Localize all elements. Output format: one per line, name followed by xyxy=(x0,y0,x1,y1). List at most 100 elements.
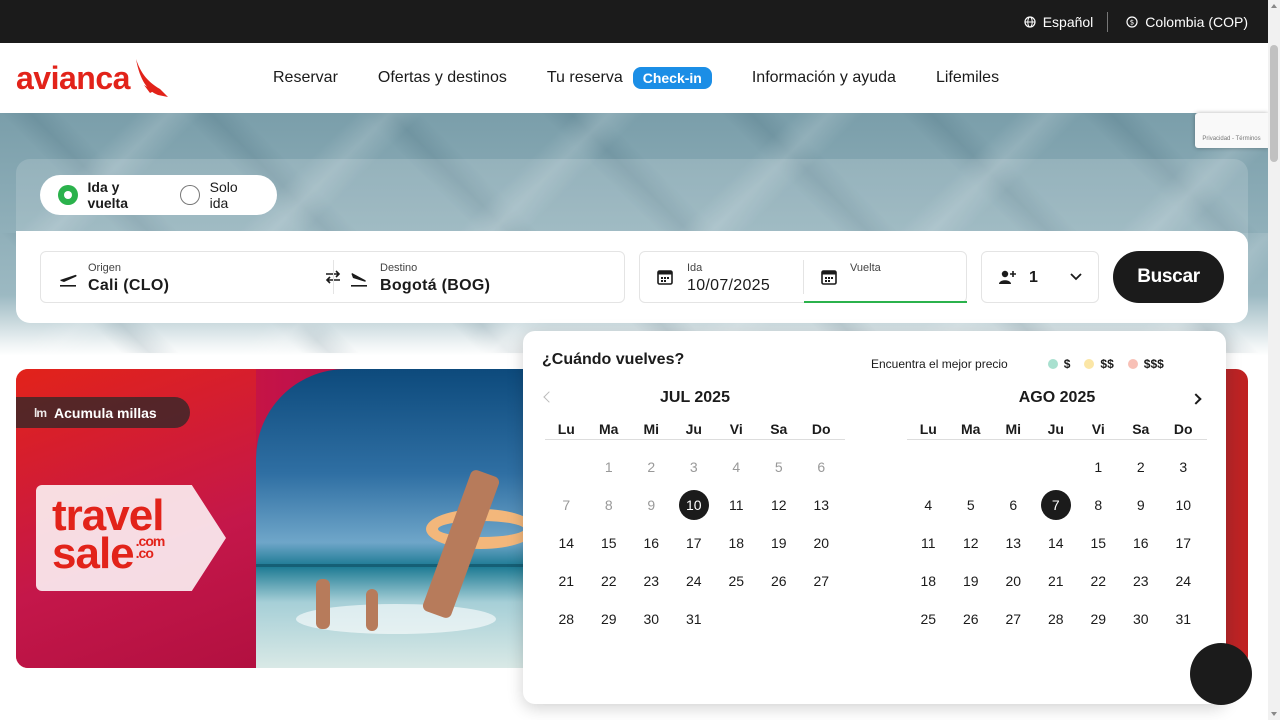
day-number: 18 xyxy=(920,573,937,589)
day-cell[interactable]: 17 xyxy=(673,524,716,562)
day-cell[interactable]: 5 xyxy=(950,486,993,524)
search-button[interactable]: Buscar xyxy=(1113,251,1224,303)
day-number: 8 xyxy=(604,497,613,513)
radio-one-way[interactable]: Solo ida xyxy=(180,179,259,211)
day-cell[interactable]: 23 xyxy=(1120,562,1163,600)
day-cell[interactable]: 26 xyxy=(950,600,993,638)
day-cell[interactable]: 15 xyxy=(588,524,631,562)
nav-ofertas-destinos[interactable]: Ofertas y destinos xyxy=(378,69,507,87)
radio-label: Ida y vuelta xyxy=(87,179,129,211)
day-cell[interactable]: 13 xyxy=(800,486,843,524)
nav-lifemiles[interactable]: Lifemiles xyxy=(936,69,999,87)
return-date-input[interactable]: Vuelta xyxy=(804,252,967,302)
day-cell[interactable]: 31 xyxy=(673,600,716,638)
page-scrollbar[interactable] xyxy=(1268,0,1280,720)
day-cell[interactable]: 8 xyxy=(1077,486,1120,524)
travel-sale-line2: sale xyxy=(52,529,135,578)
language-selector[interactable]: Español xyxy=(1024,13,1094,30)
day-cell[interactable]: 12 xyxy=(758,486,801,524)
origin-value: Cali (CLO) xyxy=(88,277,170,294)
day-cell[interactable]: 30 xyxy=(630,600,673,638)
day-cell[interactable]: 21 xyxy=(1035,562,1078,600)
day-cell[interactable]: 21 xyxy=(545,562,588,600)
checkin-badge[interactable]: Check-in xyxy=(632,67,712,89)
bird-logo-icon xyxy=(135,59,168,97)
day-cell[interactable]: 19 xyxy=(758,524,801,562)
day-cell[interactable]: 18 xyxy=(907,562,950,600)
day-cell[interactable]: 27 xyxy=(800,562,843,600)
day-cell[interactable]: 31 xyxy=(1162,600,1205,638)
recaptcha-badge[interactable]: Privacidad - Términos xyxy=(1195,113,1268,148)
chat-button[interactable] xyxy=(1190,643,1252,705)
day-cell-selected[interactable]: 7 xyxy=(1035,486,1078,524)
day-cell[interactable]: 23 xyxy=(630,562,673,600)
day-cell[interactable]: 4 xyxy=(907,486,950,524)
scroll-thumb[interactable] xyxy=(1270,45,1278,162)
day-cell[interactable]: 27 xyxy=(992,600,1035,638)
day-number: 19 xyxy=(770,535,787,551)
day-cell: 9 xyxy=(630,486,673,524)
day-cell: 1 xyxy=(588,448,631,486)
destination-value: Bogotá (BOG) xyxy=(380,277,491,294)
day-cell[interactable]: 28 xyxy=(545,600,588,638)
day-cell[interactable]: 26 xyxy=(758,562,801,600)
day-cell[interactable]: 17 xyxy=(1162,524,1205,562)
passengers-selector[interactable]: 1 xyxy=(981,251,1099,303)
day-cell[interactable]: 25 xyxy=(715,562,758,600)
origin-input[interactable]: Origen Cali (CLO) xyxy=(41,252,333,302)
day-cell[interactable]: 22 xyxy=(588,562,631,600)
nav-tu-reserva[interactable]: Tu reserva Check-in xyxy=(547,67,712,89)
travel-sale-logo: travel sale .com .co xyxy=(52,494,165,578)
top-bar: Español $ Colombia (COP) xyxy=(0,0,1268,43)
day-cell[interactable]: 10 xyxy=(1162,486,1205,524)
day-number: 2 xyxy=(1136,459,1145,475)
day-cell[interactable]: 29 xyxy=(588,600,631,638)
day-cell[interactable]: 3 xyxy=(1162,448,1205,486)
depart-date-input[interactable]: Ida 10/07/2025 xyxy=(640,252,803,302)
nav-reservar[interactable]: Reservar xyxy=(273,69,338,87)
scroll-up-icon[interactable] xyxy=(1271,4,1277,8)
active-field-indicator xyxy=(804,301,967,303)
day-cell[interactable]: 14 xyxy=(1035,524,1078,562)
avianca-logo[interactable]: avianca xyxy=(16,57,170,99)
language-label: Español xyxy=(1042,13,1094,30)
day-cell[interactable]: 16 xyxy=(630,524,673,562)
day-cell[interactable]: 11 xyxy=(715,486,758,524)
day-cell[interactable]: 16 xyxy=(1120,524,1163,562)
day-cell[interactable]: 12 xyxy=(950,524,993,562)
day-cell[interactable]: 20 xyxy=(992,562,1035,600)
day-number: 11 xyxy=(920,535,936,551)
day-cell[interactable]: 11 xyxy=(907,524,950,562)
day-cell[interactable]: 15 xyxy=(1077,524,1120,562)
day-number: 20 xyxy=(1005,573,1022,589)
day-cell[interactable]: 1 xyxy=(1077,448,1120,486)
day-cell-selected[interactable]: 10 xyxy=(673,486,716,524)
nav-informacion-ayuda[interactable]: Información y ayuda xyxy=(752,69,896,87)
day-number: 1 xyxy=(604,459,613,475)
day-number: 24 xyxy=(685,573,702,589)
weekday-label: Do xyxy=(1173,421,1193,437)
day-cell[interactable]: 13 xyxy=(992,524,1035,562)
day-cell[interactable]: 19 xyxy=(950,562,993,600)
day-cell[interactable]: 20 xyxy=(800,524,843,562)
day-cell[interactable]: 24 xyxy=(673,562,716,600)
day-number: 19 xyxy=(962,573,979,589)
day-cell[interactable]: 9 xyxy=(1120,486,1163,524)
day-cell[interactable]: 22 xyxy=(1077,562,1120,600)
day-cell[interactable]: 30 xyxy=(1120,600,1163,638)
day-number: 18 xyxy=(728,535,745,551)
nav-label: Reservar xyxy=(273,69,338,86)
destination-input[interactable]: Destino Bogotá (BOG) xyxy=(334,252,626,302)
day-cell[interactable]: 29 xyxy=(1077,600,1120,638)
day-cell[interactable]: 2 xyxy=(1120,448,1163,486)
region-selector[interactable]: $ Colombia (COP) xyxy=(1126,14,1248,30)
day-cell[interactable]: 24 xyxy=(1162,562,1205,600)
radio-round-trip[interactable]: Ida y vuelta xyxy=(58,179,162,211)
scroll-down-icon[interactable] xyxy=(1271,712,1277,716)
day-cell[interactable]: 28 xyxy=(1035,600,1078,638)
day-cell[interactable]: 18 xyxy=(715,524,758,562)
day-cell[interactable]: 6 xyxy=(992,486,1035,524)
day-cell[interactable]: 25 xyxy=(907,600,950,638)
booking-widget: Ida y vuelta Solo ida Origen Cali (CLO) … xyxy=(16,159,1248,323)
day-cell[interactable]: 14 xyxy=(545,524,588,562)
